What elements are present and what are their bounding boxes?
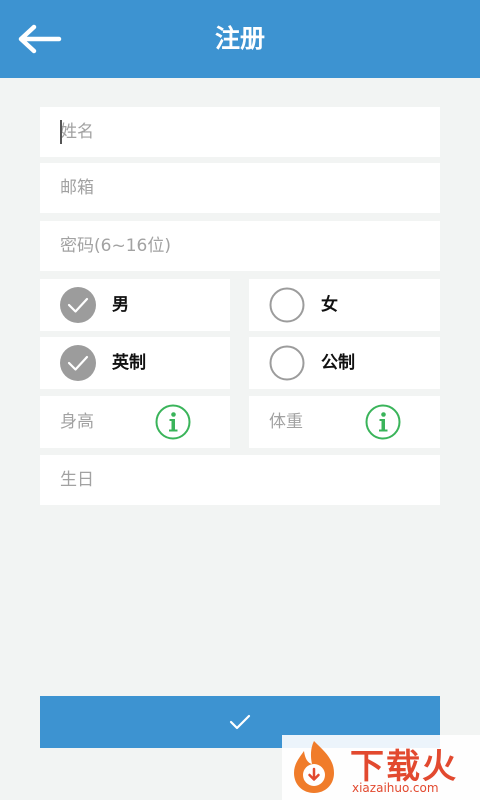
- name-field[interactable]: [40, 107, 440, 157]
- unit-option-imperial[interactable]: 英制: [40, 337, 230, 389]
- password-input[interactable]: [40, 221, 440, 271]
- radio-checked-icon: [60, 345, 96, 381]
- unit-label-imperial: 英制: [112, 353, 146, 373]
- gender-option-male[interactable]: 男: [40, 279, 230, 331]
- arrow-left-icon: [18, 24, 62, 54]
- radio-unchecked-icon: [269, 287, 305, 323]
- height-field[interactable]: 身高: [40, 396, 230, 448]
- page-title: 注册: [214, 24, 265, 53]
- text-cursor: [60, 120, 62, 144]
- password-field[interactable]: [40, 221, 440, 271]
- app-bar: 注册: [0, 0, 480, 78]
- height-label: 身高: [60, 412, 94, 432]
- birthday-input[interactable]: [40, 455, 440, 505]
- email-input[interactable]: [40, 163, 440, 213]
- info-icon[interactable]: [365, 404, 401, 440]
- radio-checked-icon: [60, 287, 96, 323]
- gender-option-female[interactable]: 女: [249, 279, 440, 331]
- radio-unchecked-icon: [269, 345, 305, 381]
- gender-label-male: 男: [112, 295, 129, 315]
- unit-label-metric: 公制: [321, 353, 355, 373]
- watermark: 下载火 xiazaihuo.com: [282, 735, 480, 800]
- email-field[interactable]: [40, 163, 440, 213]
- name-input[interactable]: [40, 107, 440, 157]
- birthday-field[interactable]: [40, 455, 440, 505]
- watermark-url: xiazaihuo.com: [352, 781, 439, 795]
- weight-field[interactable]: 体重: [249, 396, 440, 448]
- check-icon: [229, 714, 251, 730]
- gender-label-female: 女: [321, 295, 338, 315]
- back-button[interactable]: [14, 18, 66, 60]
- weight-label: 体重: [269, 412, 303, 432]
- flame-logo-icon: [294, 741, 334, 793]
- unit-option-metric[interactable]: 公制: [249, 337, 440, 389]
- info-icon[interactable]: [155, 404, 191, 440]
